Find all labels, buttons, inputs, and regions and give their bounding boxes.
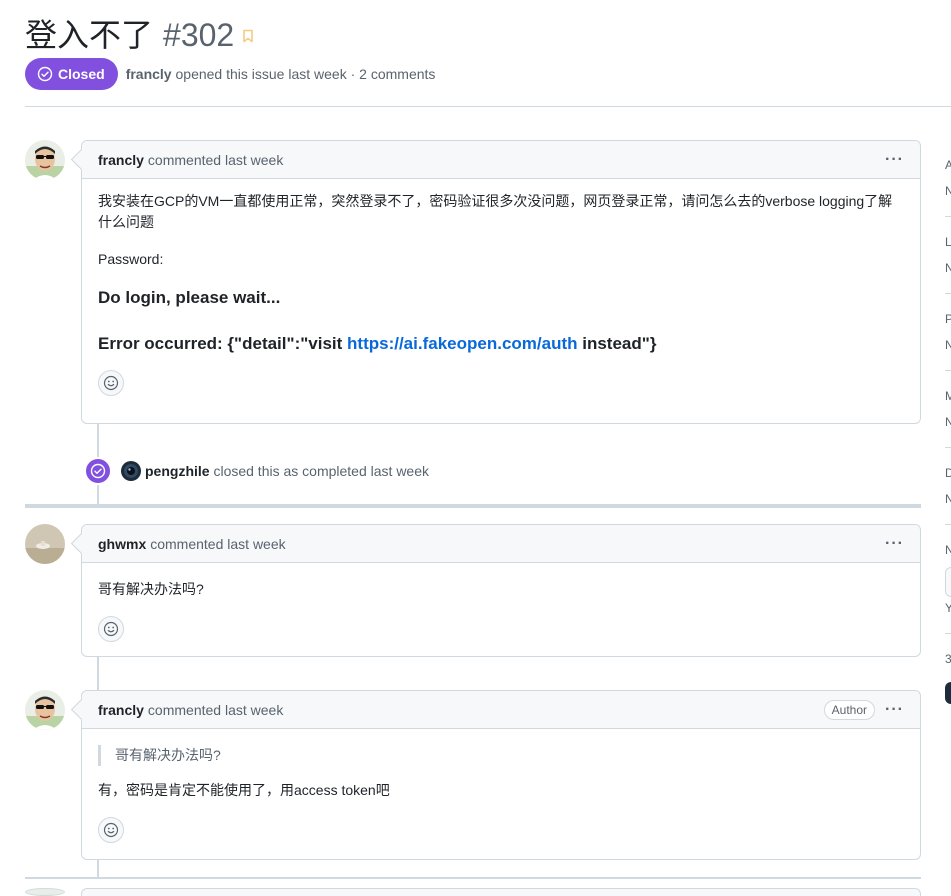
comment-timestamp[interactable]: commented last week [148, 702, 283, 718]
sidebar-label: D [945, 466, 951, 480]
sidebar-value: N [945, 415, 951, 429]
comment-menu-button[interactable]: ··· [885, 535, 904, 553]
avatar-pengzhile[interactable] [121, 461, 141, 481]
sidebar-divider [945, 633, 951, 634]
issue-number: #302 [163, 17, 235, 53]
comment-card: francly commented last week ··· 我安装在GCP的… [81, 140, 921, 424]
state-label: Closed [58, 66, 105, 82]
comment-menu-button[interactable]: ··· [885, 151, 904, 169]
comment-heading: Do login, please wait... [98, 288, 281, 307]
smiley-icon [103, 822, 119, 838]
comment-author[interactable]: ghwmx [98, 536, 146, 552]
event-actor[interactable]: pengzhile [145, 463, 210, 479]
author-badge: Author [823, 699, 876, 720]
sidebar-label: A [945, 158, 951, 172]
avatar-francly[interactable] [25, 690, 65, 730]
sidebar-divider [945, 524, 951, 525]
issue-meta-suffix: opened this issue last week · 2 comments [175, 66, 436, 82]
bookmark-icon[interactable] [242, 29, 254, 48]
sidebar-divider [945, 447, 951, 448]
timeline-divider [25, 877, 921, 879]
comment-header: ghwmx commented last week ··· [82, 525, 920, 563]
avatar-next [25, 888, 65, 896]
issue-title: 登入不了 [25, 16, 154, 54]
add-reaction-button[interactable] [98, 370, 124, 396]
check-circle-icon [37, 66, 53, 82]
sidebar-value: N [945, 338, 951, 352]
error-suffix: instead"} [577, 334, 657, 353]
smiley-icon [103, 621, 119, 637]
issue-title-row: 登入不了 #302 [25, 10, 254, 56]
sidebar-participant-avatar[interactable] [945, 682, 951, 704]
error-prefix: Error occurred: {"detail":"visit [98, 334, 348, 353]
auth-link[interactable]: https://ai.fakeopen.com/auth [347, 334, 577, 353]
comment-author[interactable]: francly [98, 702, 144, 718]
header-divider [25, 106, 951, 107]
quoted-reply: 哥有解决办法吗? [98, 745, 904, 766]
timeline-line [97, 657, 99, 690]
add-reaction-button[interactable] [98, 817, 124, 843]
comment-author[interactable]: francly [98, 152, 144, 168]
comment-card: francly commented last week Author ··· 哥… [81, 690, 921, 860]
comment-text: 我安装在GCP的VM一直都使用正常，突然登录不了，密码验证很多次没问题，网页登录… [98, 193, 893, 230]
sidebar-label: M [945, 389, 951, 403]
comment-text: 哥有解决办法吗? [98, 581, 204, 597]
comment-card: ghwmx commented last week ··· 哥有解决办法吗? [81, 524, 921, 657]
issue-author-link[interactable]: francly [126, 66, 172, 82]
state-badge: Closed [25, 58, 118, 90]
timeline-divider [25, 504, 921, 508]
smiley-icon [103, 375, 119, 391]
add-reaction-button[interactable] [98, 616, 124, 642]
comment-body: 哥有解决办法吗? [82, 563, 920, 657]
issue-meta-text: francly opened this issue last week · 2 … [126, 66, 436, 82]
sidebar-label: L [945, 235, 951, 249]
timeline-line [97, 860, 99, 878]
event-text: pengzhile closed this as completed last … [145, 463, 429, 479]
check-circle-icon [90, 463, 106, 479]
sidebar-label: P [945, 312, 951, 326]
comment-header: francly commented last week Author ··· [82, 691, 920, 729]
comment-text: Password: [98, 251, 164, 267]
comment-menu-button[interactable]: ··· [885, 701, 904, 719]
comment-body: 哥有解决办法吗? 有，密码是肯定不能使用了，用access token吧 [82, 729, 920, 858]
comment-heading: Error occurred: {"detail":"visit https:/… [98, 332, 904, 356]
sidebar-label: 3 [945, 652, 951, 666]
comment-header: francly commented last week ··· [82, 141, 920, 179]
timeline-event-closed: pengzhile closed this as completed last … [84, 457, 429, 485]
comment-body: 我安装在GCP的VM一直都使用正常，突然登录不了，密码验证很多次没问题，网页登录… [82, 179, 920, 411]
sidebar-value: N [945, 261, 951, 275]
event-description: closed this as completed last week [213, 463, 430, 479]
comment-text: 有，密码是肯定不能使用了，用access token吧 [98, 782, 390, 798]
issue-meta-row: Closed francly opened this issue last we… [25, 58, 435, 90]
sidebar-value: Y [945, 601, 951, 615]
comment-card-next [81, 888, 921, 896]
avatar-francly[interactable] [25, 140, 65, 180]
comment-timestamp[interactable]: commented last week [148, 152, 283, 168]
sidebar-divider [945, 216, 951, 217]
sidebar-divider [945, 370, 951, 371]
closed-event-badge [84, 457, 112, 485]
sidebar-value: N [945, 184, 951, 198]
sidebar-divider [945, 293, 951, 294]
comment-timestamp[interactable]: commented last week [150, 536, 285, 552]
sidebar-button[interactable] [945, 567, 951, 597]
sidebar-label: N [945, 543, 951, 557]
avatar-ghwmx[interactable] [25, 524, 65, 564]
sidebar-value: N [945, 492, 951, 506]
